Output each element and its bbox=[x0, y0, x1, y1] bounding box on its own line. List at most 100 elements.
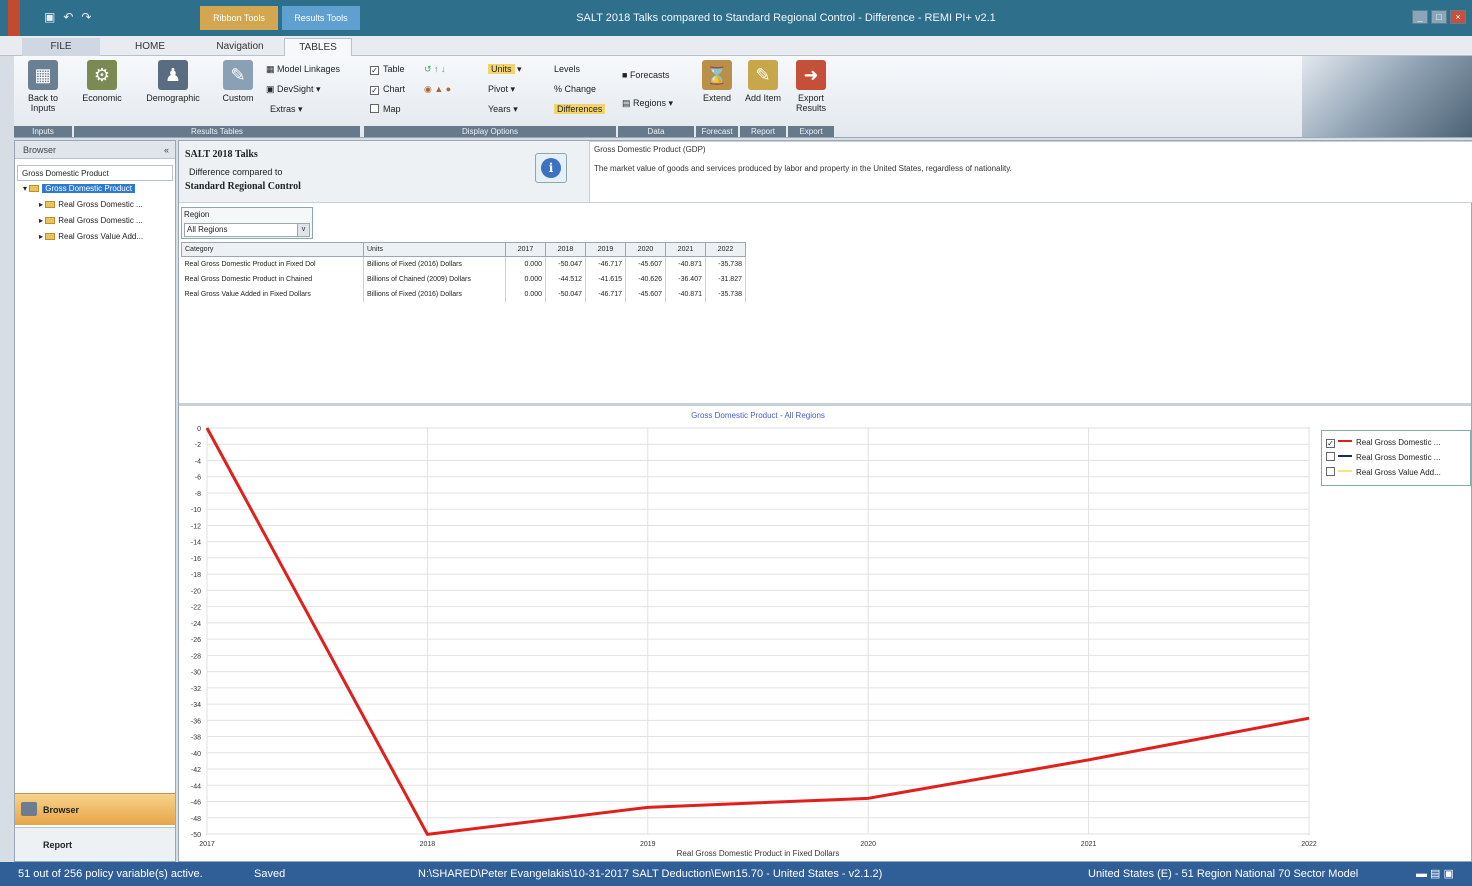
column-header[interactable]: 2019 bbox=[585, 242, 626, 257]
collapse-button[interactable]: « bbox=[164, 141, 169, 159]
table-cell[interactable]: -50.047 bbox=[545, 256, 586, 272]
add-item-button[interactable]: ✎ Add Item bbox=[740, 60, 786, 103]
y-tick-label: -4 bbox=[195, 458, 201, 465]
extend-button[interactable]: ⌛ Extend bbox=[696, 60, 738, 103]
extras-button[interactable]: Extras ▾ bbox=[270, 102, 303, 116]
chevron-down-icon: ▾ bbox=[508, 84, 516, 94]
table-cell[interactable]: -40.626 bbox=[625, 271, 666, 287]
tab-tables[interactable]: TABLES bbox=[284, 38, 352, 56]
column-header[interactable]: 2021 bbox=[665, 242, 706, 257]
devsight-button[interactable]: ▣ DevSight ▾ bbox=[266, 82, 321, 96]
context-tab-results-tools[interactable]: Results Tools bbox=[282, 6, 360, 30]
y-tick-label: 0 bbox=[197, 426, 201, 433]
column-header[interactable]: 2017 bbox=[505, 242, 546, 257]
tree-item[interactable]: ▸ Real Gross Value Add... bbox=[17, 229, 173, 245]
regions-button[interactable]: ▤ Regions ▾ bbox=[622, 96, 673, 110]
legend-item[interactable]: Real Gross Value Add... bbox=[1326, 465, 1470, 480]
table-cell[interactable]: Billions of Fixed (2016) Dollars bbox=[363, 286, 506, 302]
table-cell[interactable]: 0.000 bbox=[505, 256, 546, 272]
table-row[interactable]: Real Gross Value Added in Fixed Dollars … bbox=[181, 286, 746, 302]
legend-item[interactable]: ✓ Real Gross Domestic ... bbox=[1326, 435, 1470, 450]
nav-browser-button[interactable]: Browser bbox=[15, 793, 175, 825]
pivot-button[interactable]: Pivot ▾ bbox=[488, 82, 515, 96]
table-cell[interactable]: Billions of Chained (2009) Dollars bbox=[363, 271, 506, 287]
tree-item[interactable]: ▸ Real Gross Domestic ... bbox=[17, 197, 173, 213]
tree-item-selected[interactable]: ▾ Gross Domestic Product bbox=[17, 181, 173, 197]
differences-option[interactable]: Differences bbox=[554, 102, 606, 116]
levels-option[interactable]: Levels bbox=[554, 62, 580, 76]
table-cell[interactable]: Real Gross Domestic Product in Fixed Dol bbox=[181, 256, 364, 272]
chart-checkbox[interactable]: ✓ Chart bbox=[370, 82, 405, 96]
column-header[interactable]: 2020 bbox=[625, 242, 666, 257]
tab-home[interactable]: HOME bbox=[110, 38, 190, 56]
tree-root[interactable]: Gross Domestic Product bbox=[17, 165, 173, 181]
column-header[interactable]: 2018 bbox=[545, 242, 586, 257]
years-button[interactable]: Years ▾ bbox=[488, 102, 518, 116]
table-format-icons[interactable]: ↺ ↑ ↓ bbox=[424, 62, 446, 76]
browser-panel: Browser « Gross Domestic Product ▾ Gross… bbox=[14, 140, 176, 862]
status-view-icons[interactable]: ▬ ▤ ▣ bbox=[1416, 862, 1454, 886]
back-to-inputs-button[interactable]: ▦ Back to Inputs bbox=[19, 60, 67, 113]
region-select[interactable]: All Regions v bbox=[184, 223, 310, 237]
custom-button[interactable]: ✎ Custom bbox=[214, 60, 262, 103]
tab-file[interactable]: FILE bbox=[22, 38, 100, 56]
chart-format-icons[interactable]: ◉ ▲ ● bbox=[424, 82, 451, 96]
units-button[interactable]: Units ▾ bbox=[488, 62, 522, 76]
maximize-button[interactable]: □ bbox=[1431, 10, 1447, 24]
column-header[interactable]: Units bbox=[363, 242, 506, 257]
table-cell[interactable]: -45.607 bbox=[625, 286, 666, 302]
demographic-button[interactable]: ♟ Demographic bbox=[140, 60, 206, 103]
table-cell[interactable]: Real Gross Value Added in Fixed Dollars bbox=[181, 286, 364, 302]
export-results-button[interactable]: ➜ Export Results bbox=[788, 60, 834, 113]
save-icon[interactable]: ▣ bbox=[44, 10, 55, 24]
y-tick-label: -14 bbox=[191, 540, 201, 547]
table-cell[interactable]: -46.717 bbox=[585, 286, 626, 302]
map-checkbox[interactable]: Map bbox=[370, 102, 401, 116]
forecasts-button[interactable]: ■ Forecasts bbox=[622, 68, 669, 82]
y-tick-label: -8 bbox=[195, 491, 201, 498]
table-cell[interactable]: -50.047 bbox=[545, 286, 586, 302]
table-cell[interactable]: -40.871 bbox=[665, 286, 706, 302]
tab-navigation[interactable]: Navigation bbox=[200, 38, 280, 56]
x-tick-label: 2018 bbox=[420, 841, 436, 848]
context-tab-ribbon-tools[interactable]: Ribbon Tools bbox=[200, 6, 278, 30]
table-cell[interactable]: -36.407 bbox=[665, 271, 706, 287]
nav-report-button[interactable]: Report bbox=[15, 827, 175, 861]
legend-item[interactable]: Real Gross Domestic ... bbox=[1326, 450, 1470, 465]
info-button[interactable]: i bbox=[535, 153, 567, 183]
legend-checkbox[interactable] bbox=[1326, 452, 1335, 461]
column-header[interactable]: 2022 bbox=[705, 242, 746, 257]
table-cell[interactable]: Real Gross Domestic Product in Chained bbox=[181, 271, 364, 287]
table-cell[interactable]: -45.607 bbox=[625, 256, 666, 272]
table-cell[interactable]: -31.827 bbox=[705, 271, 746, 287]
chevron-down-icon[interactable]: v bbox=[297, 224, 309, 236]
redo-icon[interactable]: ↷ bbox=[81, 10, 91, 24]
model-linkages-button[interactable]: ▦ Model Linkages bbox=[266, 62, 340, 76]
table-cell[interactable]: -35.738 bbox=[705, 256, 746, 272]
main-content: SALT 2018 Talks Difference compared to S… bbox=[178, 140, 1472, 862]
table-checkbox[interactable]: ✓ Table bbox=[370, 62, 405, 76]
legend-checkbox[interactable] bbox=[1326, 467, 1335, 476]
table-cell[interactable]: -40.871 bbox=[665, 256, 706, 272]
y-tick-label: -42 bbox=[191, 767, 201, 774]
table-cell[interactable]: -46.717 bbox=[585, 256, 626, 272]
table-row[interactable]: Real Gross Domestic Product in Chained B… bbox=[181, 271, 746, 287]
table-cell[interactable]: -35.738 bbox=[705, 286, 746, 302]
pct-change-option[interactable]: % Change bbox=[554, 82, 596, 96]
undo-icon[interactable]: ↶ bbox=[63, 10, 73, 24]
table-cell[interactable]: -41.615 bbox=[585, 271, 626, 287]
table-cell[interactable]: -44.512 bbox=[545, 271, 586, 287]
status-file-path: N:\SHARED\Peter Evangelakis\10-31-2017 S… bbox=[418, 868, 883, 880]
tree-item[interactable]: ▸ Real Gross Domestic ... bbox=[17, 213, 173, 229]
economic-button[interactable]: ⚙ Economic bbox=[78, 60, 126, 103]
table-cell[interactable]: Billions of Fixed (2016) Dollars bbox=[363, 256, 506, 272]
x-tick-label: 2019 bbox=[640, 841, 656, 848]
close-button[interactable]: × bbox=[1450, 10, 1466, 24]
column-header[interactable]: Category bbox=[181, 242, 364, 257]
table-cell[interactable]: 0.000 bbox=[505, 271, 546, 287]
minimize-button[interactable]: _ bbox=[1412, 10, 1428, 24]
status-policy-count: 51 out of 256 policy variable(s) active. bbox=[18, 868, 203, 880]
table-row[interactable]: Real Gross Domestic Product in Fixed Dol… bbox=[181, 256, 746, 272]
table-cell[interactable]: 0.000 bbox=[505, 286, 546, 302]
legend-checkbox[interactable]: ✓ bbox=[1326, 439, 1335, 448]
